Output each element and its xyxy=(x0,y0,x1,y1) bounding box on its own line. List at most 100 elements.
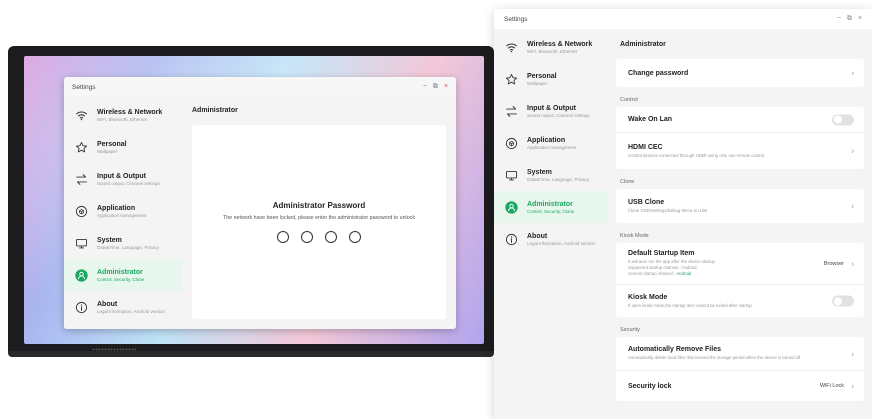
kiosk-mode-row: Kiosk Mode If open kiosk mode,the startu… xyxy=(616,285,864,317)
sidebar-item-label: Personal xyxy=(527,72,557,80)
wake-on-lan-toggle[interactable] xyxy=(832,114,854,125)
default-startup-item-row[interactable]: Default Startup Item It will auto run th… xyxy=(616,243,864,285)
password-card: Administrator Password The network have … xyxy=(192,125,446,319)
sidebar-item-sub: Application management xyxy=(527,144,577,150)
restore-button[interactable]: ⧉ xyxy=(847,15,852,23)
row-title: Automatically Remove Files xyxy=(628,346,721,353)
sidebar-item-system[interactable]: System Date&Time, Language, Privacy xyxy=(64,227,182,259)
chevron-right-icon: › xyxy=(851,349,854,358)
password-digit[interactable] xyxy=(325,231,337,243)
clone-card: USB Clone Clone OSD/Settings/Debug Menu … xyxy=(616,189,864,223)
swap-arrows-icon xyxy=(502,102,520,120)
row-title: Security lock xyxy=(628,382,672,390)
sidebar-item-personal[interactable]: Personal Wallpaper xyxy=(64,131,182,163)
sidebar: Wireless & Network WiFi, Bluetooth, Ether… xyxy=(64,97,182,329)
sidebar-item-personal[interactable]: Personal Wallpaper xyxy=(494,63,608,95)
row-description: Automatically delete local files that ex… xyxy=(628,355,801,360)
sidebar-item-label: Wireless & Network xyxy=(527,40,593,48)
app-box-icon xyxy=(502,134,520,152)
hdmi-cec-row[interactable]: HDMI CEC Control devices connected throu… xyxy=(616,133,864,169)
restore-button[interactable]: ⧉ xyxy=(433,83,438,91)
title-bar: Settings − ⧉ × xyxy=(64,77,456,97)
sidebar-item-application[interactable]: Application Application management xyxy=(64,195,182,227)
window-title: Settings xyxy=(72,83,96,91)
sidebar-item-label: About xyxy=(97,300,118,308)
sidebar-item-label: About xyxy=(527,232,548,240)
startup-desc-prefix: Current startup channel : xyxy=(628,271,677,276)
sidebar-item-input-output[interactable]: Input & Output Sound output, Channel sett… xyxy=(64,163,182,195)
monitor-icon xyxy=(502,166,520,184)
sidebar: Wireless & Network WiFi, Bluetooth, Ether… xyxy=(494,29,608,419)
sidebar-item-sub: WiFi, Bluetooth, Ethernet xyxy=(527,48,578,54)
password-subtitle: The network have been locked, please ent… xyxy=(223,215,415,221)
change-password-card: Change password › xyxy=(616,59,864,87)
title-bar: Settings − ⧉ × xyxy=(494,9,872,29)
sidebar-item-sub: Legal information, Android version xyxy=(97,308,166,314)
sidebar-item-about[interactable]: About Legal information, Android version xyxy=(64,291,182,323)
auto-remove-files-row[interactable]: Automatically Remove Files Automatically… xyxy=(616,337,864,371)
product-showcase: Settings − ⧉ × Wireless & Network WiFi, B… xyxy=(0,0,872,419)
minimize-button[interactable]: − xyxy=(837,15,841,23)
chevron-right-icon: › xyxy=(851,146,854,156)
password-digit[interactable] xyxy=(301,231,313,243)
monitor-bottom-bezel xyxy=(8,351,494,357)
minimize-button[interactable]: − xyxy=(423,83,427,91)
section-header: Kiosk Mode xyxy=(620,233,649,239)
user-icon xyxy=(502,198,520,216)
info-icon xyxy=(72,298,90,316)
sidebar-item-sub: WiFi, Bluetooth, Ethernet xyxy=(97,116,148,122)
sidebar-item-system[interactable]: System Date&Time, Language, Privacy xyxy=(494,159,608,191)
row-title: HDMI CEC xyxy=(628,143,663,151)
page-title: Administrator xyxy=(192,107,238,114)
password-digit[interactable] xyxy=(277,231,289,243)
sidebar-item-wireless-network[interactable]: Wireless & Network WiFi, Bluetooth, Ether… xyxy=(494,31,608,63)
usb-clone-row[interactable]: USB Clone Clone OSD/Settings/Debug Menu … xyxy=(616,189,864,223)
sidebar-item-about[interactable]: About Legal information, Android version xyxy=(494,223,608,255)
close-button[interactable]: × xyxy=(444,83,448,91)
settings-window-small: Settings − ⧉ × Wireless & Network WiFi, B… xyxy=(64,77,456,329)
sidebar-item-label: Personal xyxy=(97,140,127,148)
security-lock-value: WiFi Lock xyxy=(819,383,844,389)
monitor-icon xyxy=(72,234,90,252)
kiosk-mode-toggle[interactable] xyxy=(832,295,854,307)
close-button[interactable]: × xyxy=(858,15,862,23)
main-panel: Administrator Change password › Control … xyxy=(608,29,872,419)
row-title: USB Clone xyxy=(628,198,665,206)
sidebar-item-sub: Control, Security, Clone xyxy=(97,276,145,282)
wifi-icon xyxy=(72,106,90,124)
row-title: Change password xyxy=(628,69,689,77)
sidebar-item-sub: Date&Time, Language, Privacy xyxy=(97,244,160,250)
app-box-icon xyxy=(72,202,90,220)
row-description: If open kiosk mode,the startup item cann… xyxy=(628,302,752,308)
row-description: Control devices connected through HDMI u… xyxy=(628,152,765,158)
info-icon xyxy=(502,230,520,248)
sidebar-item-sub: Application management xyxy=(97,212,147,218)
sidebar-item-administrator[interactable]: Administrator Control, Security, Clone xyxy=(494,191,608,223)
sidebar-item-sub: Date&Time, Language, Privacy xyxy=(527,176,590,182)
row-description: Clone OSD/Settings/Debug Menu to USB xyxy=(628,207,708,213)
sidebar-item-label: Application xyxy=(527,136,566,144)
password-digit[interactable] xyxy=(349,231,361,243)
chevron-right-icon: › xyxy=(851,68,854,78)
control-card: Wake On Lan HDMI CEC Control devices con… xyxy=(616,107,864,169)
change-password-row[interactable]: Change password › xyxy=(616,59,864,87)
security-lock-row[interactable]: Security lock WiFi Lock › xyxy=(616,371,864,401)
sidebar-item-application[interactable]: Application Application management xyxy=(494,127,608,159)
section-header: Security xyxy=(620,327,640,333)
sidebar-item-sub: Sound output, Channel settings xyxy=(97,180,160,186)
sidebar-item-wireless-network[interactable]: Wireless & Network WiFi, Bluetooth, Ether… xyxy=(64,99,182,131)
row-title: Default Startup Item xyxy=(628,250,695,257)
window-title: Settings xyxy=(504,15,528,23)
password-input[interactable] xyxy=(192,231,446,243)
row-title: Kiosk Mode xyxy=(628,293,668,301)
password-title: Administrator Password xyxy=(272,201,366,210)
sidebar-item-sub: Wallpaper xyxy=(527,80,548,86)
sidebar-item-label: Input & Output xyxy=(527,104,576,112)
sidebar-item-sub: Control, Security, Clone xyxy=(527,208,575,214)
sidebar-item-sub: Wallpaper xyxy=(97,148,118,154)
kiosk-card: Default Startup Item It will auto run th… xyxy=(616,243,864,317)
sidebar-item-administrator[interactable]: Administrator Control, Security, Clone xyxy=(64,259,182,291)
sidebar-item-label: System xyxy=(527,168,552,176)
user-icon xyxy=(72,266,90,284)
sidebar-item-input-output[interactable]: Input & Output Sound output, Channel sett… xyxy=(494,95,608,127)
